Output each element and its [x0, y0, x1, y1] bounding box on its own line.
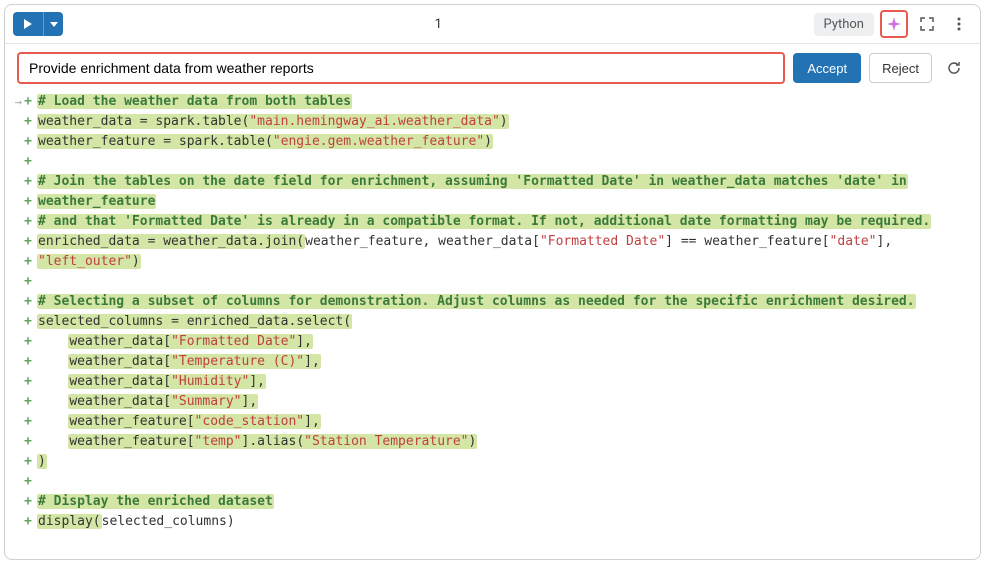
- run-button-group: [13, 12, 63, 36]
- code-line: ): [37, 452, 980, 472]
- gutter: →++++++++++++++++++++++: [9, 92, 35, 559]
- refresh-icon: [946, 60, 962, 76]
- sparkle-icon: [886, 16, 902, 32]
- notebook-cell: 1 Python Accept Reject →+++++++++: [4, 4, 981, 560]
- code-line: weather_data["Humidity"],: [37, 372, 980, 392]
- expand-icon: [920, 17, 934, 31]
- code-content: # Load the weather data from both tables…: [35, 92, 980, 559]
- code-line: weather_data = spark.table("main.hemingw…: [37, 112, 980, 132]
- code-line: # Selecting a subset of columns for demo…: [37, 292, 980, 312]
- code-line: weather_feature["temp"].alias("Station T…: [37, 432, 980, 452]
- run-button[interactable]: [13, 12, 43, 36]
- code-line: weather_data["Summary"],: [37, 392, 980, 412]
- code-line: weather_data["Temperature (C)"],: [37, 352, 980, 372]
- code-line: weather_feature["code_station"],: [37, 412, 980, 432]
- play-icon: [23, 19, 33, 29]
- code-line: weather_feature: [37, 192, 980, 212]
- kebab-menu-button[interactable]: [946, 11, 972, 37]
- code-line: # and that 'Formatted Date' is already i…: [37, 212, 980, 232]
- reject-button[interactable]: Reject: [869, 53, 932, 83]
- run-dropdown[interactable]: [43, 12, 63, 36]
- kebab-icon: [957, 17, 961, 31]
- code-line: [37, 472, 980, 492]
- regenerate-button[interactable]: [940, 54, 968, 82]
- code-line: selected_columns = enriched_data.select(: [37, 312, 980, 332]
- code-line: weather_data["Formatted Date"],: [37, 332, 980, 352]
- cell-toolbar: 1 Python: [5, 5, 980, 44]
- code-line: [37, 272, 980, 292]
- accept-button[interactable]: Accept: [793, 53, 861, 83]
- ai-prompt-input[interactable]: [17, 52, 785, 84]
- code-line: "left_outer"): [37, 252, 980, 272]
- chevron-down-icon: [50, 22, 58, 27]
- code-line: # Load the weather data from both tables: [37, 92, 980, 112]
- code-line: display(selected_columns): [37, 512, 980, 532]
- fullscreen-button[interactable]: [914, 11, 940, 37]
- cell-index: 1: [69, 17, 808, 32]
- code-line: # Display the enriched dataset: [37, 492, 980, 512]
- code-line: # Join the tables on the date field for …: [37, 172, 980, 192]
- code-editor[interactable]: →++++++++++++++++++++++ # Load the weath…: [5, 92, 980, 559]
- code-line: enriched_data = weather_data.join(weathe…: [37, 232, 980, 252]
- language-selector[interactable]: Python: [814, 13, 874, 36]
- ai-prompt-bar: Accept Reject: [5, 44, 980, 92]
- code-line: [37, 152, 980, 172]
- ai-assistant-button[interactable]: [880, 10, 908, 38]
- code-line: weather_feature = spark.table("engie.gem…: [37, 132, 980, 152]
